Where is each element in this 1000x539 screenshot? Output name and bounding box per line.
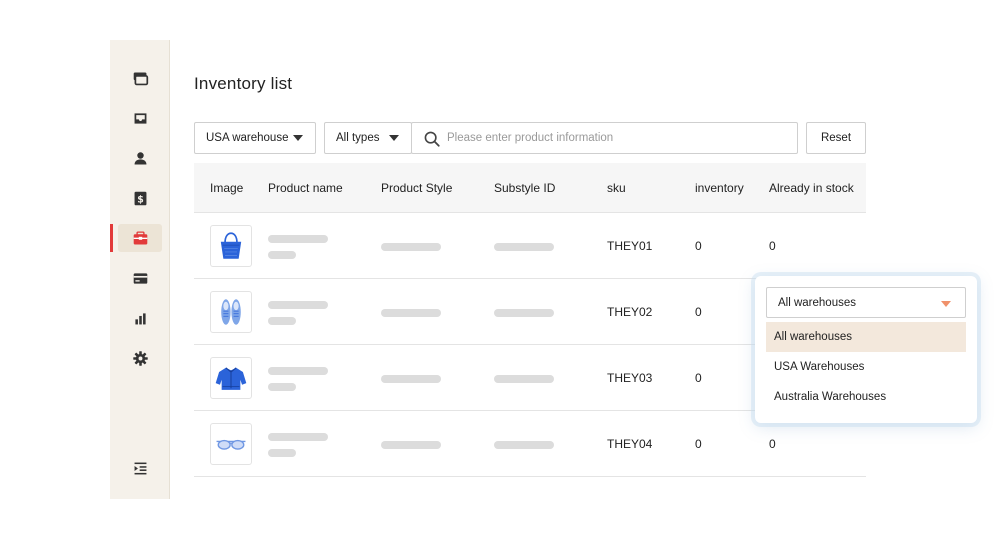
reset-button[interactable]: Reset	[806, 122, 866, 154]
bar-chart-icon	[134, 312, 146, 324]
inventory-cell: 0	[695, 437, 702, 451]
product-name-placeholder	[268, 235, 328, 243]
jacket-icon	[215, 367, 247, 390]
warehouse-dropdown: All warehouses All warehouses USA Wareho…	[755, 276, 977, 423]
in-stock-cell: 0	[769, 437, 776, 451]
credit-card-icon	[133, 272, 147, 284]
substyle-id-placeholder	[494, 441, 554, 449]
option-usa-warehouses[interactable]: USA Warehouses	[766, 352, 966, 382]
handbag-icon	[220, 232, 242, 259]
inventory-cell: 0	[695, 239, 702, 253]
sneakers-icon	[221, 299, 241, 325]
sidebar-item-inventory[interactable]	[118, 224, 162, 252]
store-icon	[133, 230, 147, 244]
warehouse-dropdown-value: All warehouses	[778, 296, 856, 309]
type-select[interactable]: All types	[324, 122, 412, 154]
product-image	[210, 225, 252, 267]
product-style-placeholder	[381, 243, 441, 251]
caret-down-icon	[941, 301, 951, 307]
dollar-icon: $	[134, 191, 146, 205]
sku-cell: THEY04	[607, 437, 653, 451]
product-image	[210, 291, 252, 333]
layers-icon	[133, 72, 148, 85]
product-name-placeholder	[268, 301, 328, 309]
column-header-product-style: Product Style	[381, 181, 453, 195]
search-input[interactable]	[447, 123, 787, 153]
warehouse-dropdown-select[interactable]: All warehouses	[766, 287, 966, 318]
column-header-substyle-id: Substyle ID	[494, 181, 556, 195]
page-title: Inventory list	[194, 74, 293, 93]
column-header-sku: sku	[607, 181, 626, 195]
product-name-placeholder	[268, 251, 296, 259]
column-header-product-name: Product name	[268, 181, 343, 195]
option-all-warehouses[interactable]: All warehouses	[766, 322, 966, 352]
inbox-icon	[134, 112, 146, 124]
product-style-placeholder	[381, 441, 441, 449]
in-stock-cell: 0	[769, 239, 776, 253]
sidebar-item-finance[interactable]: $	[118, 184, 162, 212]
user-icon	[134, 151, 146, 164]
svg-text:$: $	[137, 194, 144, 205]
column-header-inventory: inventory	[695, 181, 744, 195]
sidebar-item-reports[interactable]	[118, 304, 162, 332]
sidebar: $	[110, 40, 170, 499]
column-header-already-in-stock: Already in stock	[769, 181, 854, 195]
caret-down-icon	[389, 135, 399, 141]
search-icon	[424, 131, 440, 147]
gear-icon	[132, 350, 148, 366]
product-image	[210, 357, 252, 399]
product-style-placeholder	[381, 375, 441, 383]
product-name-placeholder	[268, 433, 328, 441]
sidebar-item-payments[interactable]	[118, 264, 162, 292]
warehouse-select[interactable]: USA warehouse	[194, 122, 316, 154]
table-header: Image Product name Product Style Substyl…	[194, 163, 866, 213]
inventory-cell: 0	[695, 305, 702, 319]
product-name-placeholder	[268, 449, 296, 457]
substyle-id-placeholder	[494, 375, 554, 383]
sidebar-collapse-button[interactable]	[118, 454, 162, 482]
indent-menu-icon	[134, 462, 146, 474]
product-image	[210, 423, 252, 465]
inventory-cell: 0	[695, 371, 702, 385]
option-australia-warehouses[interactable]: Australia Warehouses	[766, 382, 966, 412]
sidebar-item-users[interactable]	[118, 144, 162, 172]
column-header-image: Image	[210, 181, 244, 195]
glasses-icon	[216, 439, 246, 450]
sku-cell: THEY01	[607, 239, 653, 253]
sku-cell: THEY02	[607, 305, 653, 319]
product-name-placeholder	[268, 317, 296, 325]
table-row[interactable]: THEY01 0 0	[194, 213, 866, 279]
substyle-id-placeholder	[494, 243, 554, 251]
sidebar-item-settings[interactable]	[118, 344, 162, 372]
sidebar-item-orders[interactable]	[118, 64, 162, 92]
search-box	[411, 122, 798, 154]
sidebar-item-inbox[interactable]	[118, 104, 162, 132]
active-indicator	[110, 224, 113, 252]
product-style-placeholder	[381, 309, 441, 317]
product-name-placeholder	[268, 383, 296, 391]
caret-down-icon	[293, 135, 303, 141]
product-name-placeholder	[268, 367, 328, 375]
warehouse-select-value: USA warehouse	[206, 132, 289, 144]
substyle-id-placeholder	[494, 309, 554, 317]
sku-cell: THEY03	[607, 371, 653, 385]
type-select-value: All types	[336, 132, 380, 144]
